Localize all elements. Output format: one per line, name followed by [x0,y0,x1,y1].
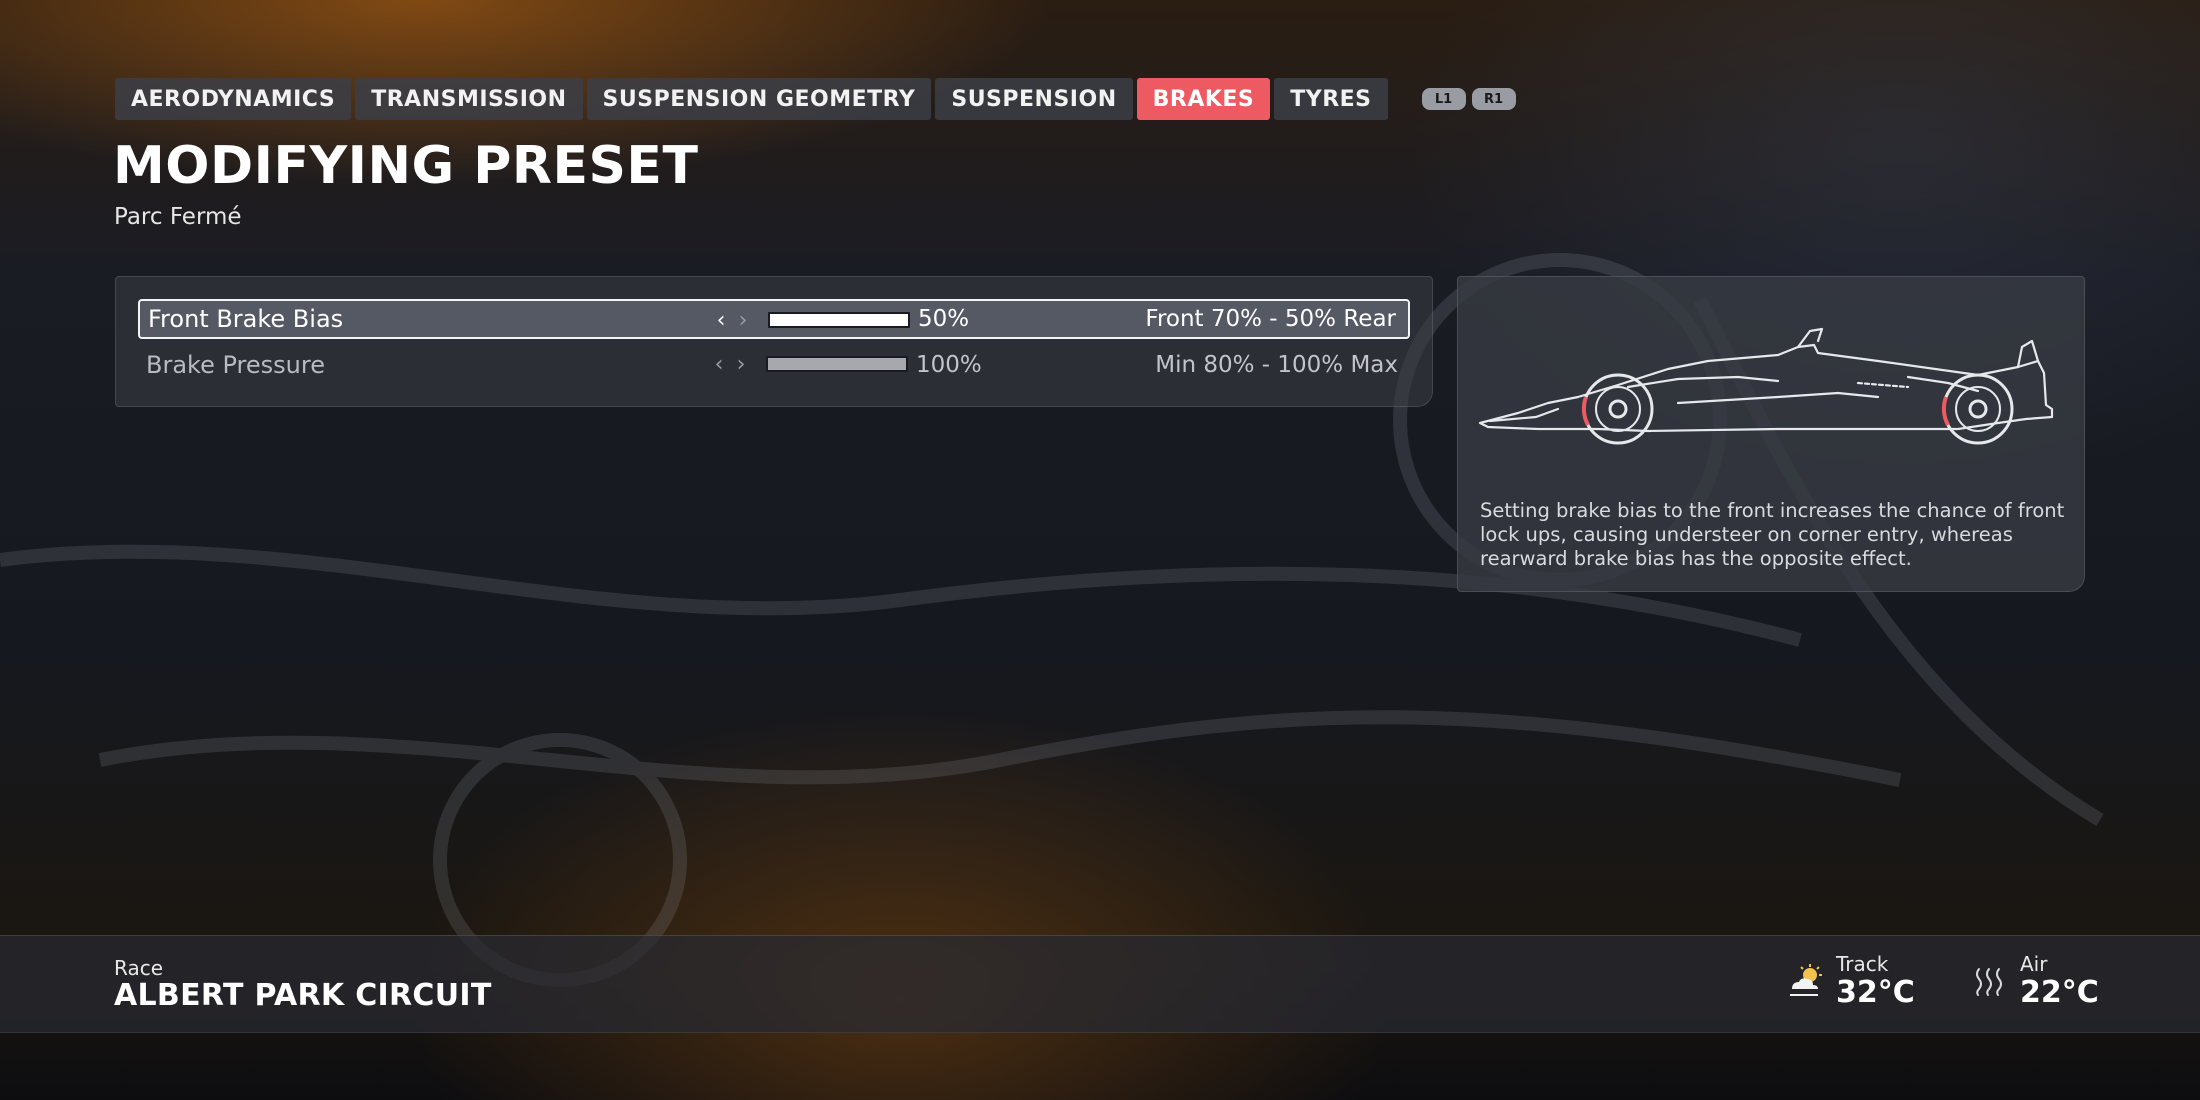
setting-range: Front 70% - 50% Rear [1145,306,1396,332]
air-temperature: Air 22°C [1970,952,2099,1010]
increase-arrow-icon[interactable]: › [732,308,754,334]
tab-button-hints: L1 R1 [1416,88,1516,110]
setup-tabs: AERODYNAMICS TRANSMISSION SUSPENSION GEO… [115,78,1516,120]
brake-settings-panel: Front Brake Bias ‹ › 50% Front 70% - 50%… [115,276,1433,407]
decrease-arrow-icon[interactable]: ‹ [708,352,730,378]
value-slider[interactable] [768,312,910,328]
value-arrows: ‹ › [710,308,754,334]
event-type: Race [114,956,164,980]
session-footer: Race ALBERT PARK CIRCUIT Track 32°C Air … [0,935,2200,1033]
page-subtitle: Parc Fermé [114,204,242,230]
tab-suspension-geometry[interactable]: SUSPENSION GEOMETRY [586,78,932,120]
setting-row-brake-pressure[interactable]: Brake Pressure ‹ › 100% Min 80% - 100% M… [138,345,1410,385]
value-slider[interactable] [766,356,908,372]
slider-fill [770,314,908,326]
track-label: Track [1836,952,1889,976]
decrease-arrow-icon[interactable]: ‹ [710,308,732,334]
tab-tyres[interactable]: TYRES [1274,78,1388,120]
partly-sunny-icon [1790,964,1822,996]
setting-info-panel: Setting brake bias to the front increase… [1457,276,2085,592]
setting-label: Brake Pressure [146,351,325,379]
track-value: 32°C [1836,975,1915,1010]
track-temperature: Track 32°C [1786,952,1915,1010]
tab-brakes[interactable]: BRAKES [1136,78,1271,120]
setting-range: Min 80% - 100% Max [1155,352,1398,378]
slider-fill [768,358,906,370]
circuit-name: ALBERT PARK CIRCUIT [114,978,492,1013]
setting-value: 50% [918,306,970,332]
setting-label: Front Brake Bias [148,305,344,333]
page-title: MODIFYING PRESET [113,136,699,196]
r1-button-hint[interactable]: R1 [1471,88,1516,110]
air-label: Air [2020,952,2048,976]
f1-car-side-icon [1478,327,2054,445]
tab-suspension[interactable]: SUSPENSION [935,78,1133,120]
tab-aerodynamics[interactable]: AERODYNAMICS [115,78,352,120]
increase-arrow-icon[interactable]: › [730,352,752,378]
l1-button-hint[interactable]: L1 [1421,88,1466,110]
heat-waves-icon [1976,968,2002,996]
setting-value: 100% [916,352,982,378]
setting-description: Setting brake bias to the front increase… [1480,499,2065,570]
tab-transmission[interactable]: TRANSMISSION [355,78,583,120]
air-value: 22°C [2020,975,2099,1010]
value-arrows: ‹ › [708,352,752,378]
setting-row-front-brake-bias[interactable]: Front Brake Bias ‹ › 50% Front 70% - 50%… [138,299,1410,339]
